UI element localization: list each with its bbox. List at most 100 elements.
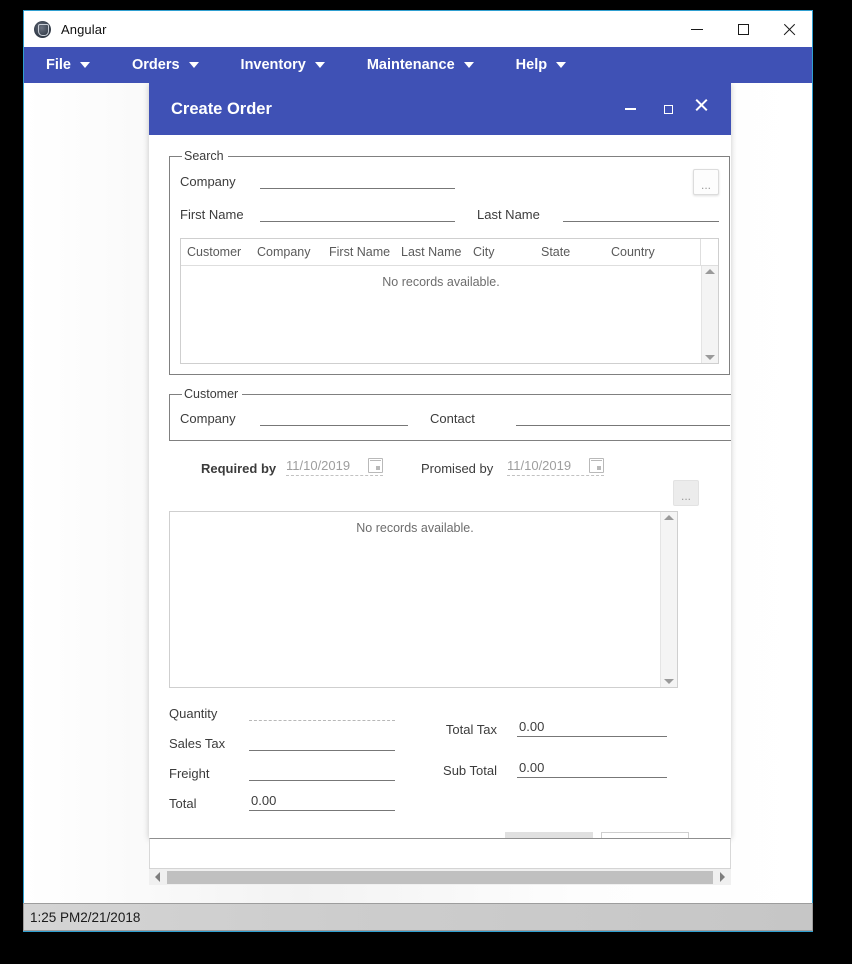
search-first-name-label: First Name bbox=[180, 207, 244, 222]
angular-logo-icon bbox=[34, 20, 51, 38]
status-bar-date: 2/21/2018 bbox=[80, 909, 141, 925]
order-details-empty-message: No records available. bbox=[356, 521, 474, 535]
required-by-value: 11/10/2019 bbox=[286, 458, 351, 473]
search-grid-body: No records available. bbox=[181, 266, 718, 363]
search-last-name-label: Last Name bbox=[477, 207, 540, 222]
required-by-datefield[interactable]: 11/10/2019 bbox=[286, 458, 383, 476]
dialog-close-button[interactable] bbox=[695, 98, 717, 120]
search-section: Search Company ... First Name Last Name bbox=[169, 149, 730, 375]
search-grid-vertical-scrollbar[interactable] bbox=[701, 266, 718, 363]
totals-left-column: Quantity Sales Tax Freight Total bbox=[169, 702, 427, 811]
dialog-maximize-button[interactable] bbox=[657, 98, 679, 120]
quantity-input[interactable] bbox=[249, 702, 395, 721]
menu-label-file: File bbox=[46, 57, 71, 73]
close-icon bbox=[700, 103, 713, 116]
total-tax-row: Total Tax bbox=[427, 718, 687, 737]
menu-item-help[interactable]: Help bbox=[515, 57, 567, 73]
column-header-city[interactable]: City bbox=[469, 245, 537, 259]
scroll-down-icon[interactable] bbox=[705, 355, 715, 360]
create-order-dialog: Create Order Search Company ... First Na… bbox=[149, 83, 731, 838]
quantity-label: Quantity bbox=[169, 706, 218, 721]
chevron-down-icon bbox=[314, 62, 325, 68]
customer-company-input[interactable] bbox=[260, 407, 408, 426]
search-company-browse-button[interactable]: ... bbox=[693, 169, 719, 195]
customer-section-legend: Customer bbox=[184, 387, 239, 401]
dialog-minimize-button[interactable] bbox=[619, 98, 641, 120]
dialog-titlebar: Create Order bbox=[149, 83, 731, 135]
required-by-label: Required by bbox=[201, 461, 277, 476]
scroll-up-icon[interactable] bbox=[664, 515, 674, 520]
menu-item-orders[interactable]: Orders bbox=[132, 57, 199, 73]
search-company-input[interactable] bbox=[260, 170, 455, 189]
window-minimize-button[interactable] bbox=[674, 11, 720, 47]
search-grid-empty-message: No records available. bbox=[382, 275, 500, 289]
promised-by-value: 11/10/2019 bbox=[507, 458, 572, 473]
menu-label-inventory: Inventory bbox=[240, 57, 306, 73]
order-detail-browse-button[interactable]: ... bbox=[673, 480, 699, 506]
totals-right-column: Total Tax Sub Total bbox=[427, 702, 687, 811]
menu-item-inventory[interactable]: Inventory bbox=[241, 57, 325, 73]
chevron-down-icon bbox=[463, 62, 474, 68]
scroll-down-icon[interactable] bbox=[664, 679, 674, 684]
calendar-icon[interactable] bbox=[589, 458, 604, 473]
maximize-icon bbox=[663, 104, 673, 114]
window-controls bbox=[674, 11, 812, 47]
total-tax-label: Total Tax bbox=[445, 722, 497, 737]
total-tax-input[interactable] bbox=[517, 718, 667, 737]
sales-tax-input[interactable] bbox=[249, 732, 395, 751]
menu-label-orders: Orders bbox=[131, 57, 180, 73]
application-window: Angular File Orders Inventory Maintenanc… bbox=[23, 10, 813, 932]
calendar-icon[interactable] bbox=[368, 458, 383, 473]
column-header-customer[interactable]: Customer bbox=[183, 245, 253, 259]
total-label: Total bbox=[169, 796, 197, 811]
menu-item-maintenance[interactable]: Maintenance bbox=[367, 57, 474, 73]
freight-row: Freight bbox=[169, 762, 427, 781]
search-first-name-input[interactable] bbox=[260, 203, 455, 222]
customer-contact-input[interactable] bbox=[516, 407, 730, 426]
column-header-company[interactable]: Company bbox=[253, 245, 325, 259]
dates-row: Required by 11/10/2019 Promised by 11/10… bbox=[169, 458, 711, 476]
promised-by-datefield[interactable]: 11/10/2019 bbox=[507, 458, 604, 476]
sub-total-input[interactable] bbox=[517, 759, 667, 778]
horizontal-scrollbar-thumb[interactable] bbox=[167, 870, 713, 884]
scroll-right-button[interactable] bbox=[714, 869, 731, 886]
menu-bar: File Orders Inventory Maintenance Help bbox=[24, 47, 812, 83]
maximize-icon bbox=[737, 23, 749, 35]
quantity-row: Quantity bbox=[169, 702, 427, 721]
scroll-right-icon bbox=[720, 872, 725, 882]
window-maximize-button[interactable] bbox=[720, 11, 766, 47]
customer-company-label: Company bbox=[180, 411, 236, 426]
dialog-body: Search Company ... First Name Last Name bbox=[149, 135, 731, 838]
scroll-up-icon[interactable] bbox=[705, 269, 715, 274]
window-title: Angular bbox=[61, 21, 107, 37]
menu-label-maintenance: Maintenance bbox=[366, 57, 455, 73]
column-header-state[interactable]: State bbox=[537, 245, 607, 259]
search-last-name-input[interactable] bbox=[563, 203, 719, 222]
window-close-button[interactable] bbox=[766, 11, 812, 47]
freight-input[interactable] bbox=[249, 762, 395, 781]
ellipsis-icon: ... bbox=[680, 489, 691, 503]
column-header-first-name[interactable]: First Name bbox=[325, 245, 397, 259]
dialog-footer-strip bbox=[149, 838, 731, 868]
customer-section: Customer Company Contact bbox=[169, 387, 731, 441]
total-row: Total bbox=[169, 792, 427, 811]
column-header-country[interactable]: Country bbox=[607, 245, 659, 259]
column-header-last-name[interactable]: Last Name bbox=[397, 245, 469, 259]
order-details-vertical-scrollbar[interactable] bbox=[660, 512, 677, 687]
application-content-area: Create Order Search Company ... First Na… bbox=[24, 83, 812, 931]
search-company-label: Company bbox=[180, 174, 236, 189]
sub-total-label: Sub Total bbox=[443, 763, 497, 778]
promised-by-label: Promised by bbox=[421, 461, 494, 476]
header-end-cell bbox=[700, 239, 718, 265]
chevron-down-icon bbox=[188, 62, 199, 68]
scroll-left-icon bbox=[155, 872, 160, 882]
status-bar-time: 1:25 PM bbox=[30, 909, 81, 925]
scroll-left-button[interactable] bbox=[149, 869, 166, 886]
search-section-legend: Search bbox=[184, 149, 224, 163]
minimize-icon bbox=[691, 28, 703, 30]
horizontal-scrollbar[interactable] bbox=[149, 868, 731, 885]
menu-label-help: Help bbox=[515, 57, 548, 73]
total-input[interactable] bbox=[249, 792, 395, 811]
menu-item-file[interactable]: File bbox=[46, 57, 90, 73]
customer-contact-label: Contact bbox=[430, 411, 475, 426]
